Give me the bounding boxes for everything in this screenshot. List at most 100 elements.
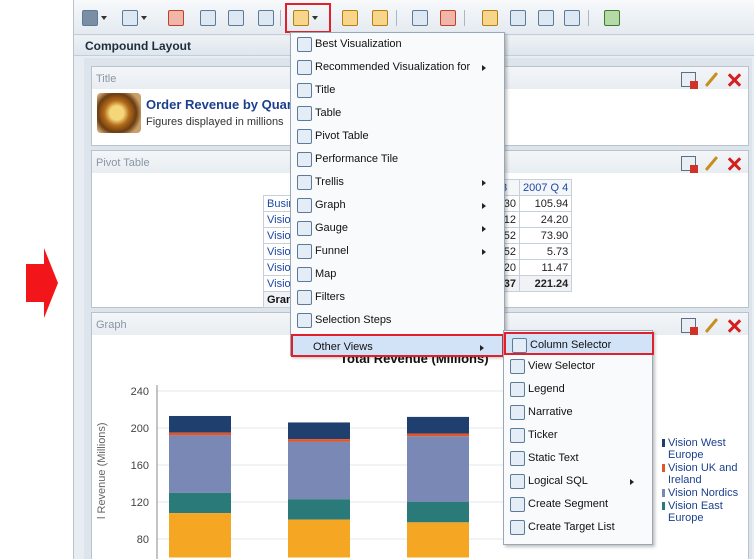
menu-item-funnel[interactable]: Funnel xyxy=(291,240,504,263)
refresh-button[interactable] xyxy=(258,9,274,27)
submenu-item-column-selector[interactable]: Column Selector xyxy=(504,332,654,355)
prompt-button[interactable] xyxy=(482,9,498,27)
menu-item-best-visualization[interactable]: Best Visualization xyxy=(291,33,504,56)
view-selector-icon xyxy=(510,359,525,374)
copy-button[interactable] xyxy=(228,9,244,27)
menu-item-filters[interactable]: Filters xyxy=(291,286,504,309)
funnel-icon xyxy=(297,244,312,259)
menu-item-performance-tile[interactable]: Performance Tile xyxy=(291,148,504,171)
title-logo xyxy=(97,93,141,133)
export-button[interactable] xyxy=(122,9,147,27)
submenu-item-label: Logical SQL xyxy=(528,475,588,487)
gauge-icon xyxy=(297,221,312,236)
bar-segment[interactable] xyxy=(288,439,350,442)
other-views-submenu: Column Selector View Selector Legend Narrat… xyxy=(503,330,654,545)
format-view-icon[interactable] xyxy=(681,156,698,173)
pivot-header-row: 32007 Q 4 xyxy=(497,179,573,196)
submenu-item-label: View Selector xyxy=(528,360,596,372)
menu-item-gauge[interactable]: Gauge xyxy=(291,217,504,240)
bar-segment[interactable] xyxy=(288,519,350,558)
print-button[interactable] xyxy=(82,9,107,27)
graph-icon xyxy=(297,198,312,213)
remove-button[interactable] xyxy=(510,9,526,27)
pivot-row: 52 73.90 xyxy=(497,227,573,244)
submenu-item-label: Ticker xyxy=(528,429,558,441)
title-text: Order Revenue by Quart xyxy=(146,97,297,112)
menu-item-other-views[interactable]: Other Views xyxy=(291,334,504,357)
compound-title: Compound Layout xyxy=(85,39,191,53)
format-view-icon[interactable] xyxy=(681,72,698,89)
legend-label: Vision West Europe xyxy=(668,437,726,461)
bar-segment[interactable] xyxy=(169,492,231,514)
edit-view-icon[interactable] xyxy=(704,72,719,87)
legend-item: Vision East Europe xyxy=(662,500,752,524)
menu-item-recommended-visualization-for[interactable]: Recommended Visualization for xyxy=(291,56,504,79)
submenu-arrow-icon xyxy=(482,65,486,71)
legend-swatch xyxy=(662,464,665,472)
bar-segment[interactable] xyxy=(407,502,469,523)
schedule-icon xyxy=(168,10,184,26)
submenu-item-narrative[interactable]: Narrative xyxy=(504,401,652,424)
legend-item: Vision Nordics xyxy=(662,487,752,499)
legend-item: Vision UK and Ireland xyxy=(662,462,752,486)
submenu-item-logical-sql[interactable]: Logical SQL xyxy=(504,470,652,493)
bar-segment[interactable] xyxy=(407,416,469,434)
bar-segment[interactable] xyxy=(288,441,350,500)
submenu-item-static-text[interactable]: Static Text xyxy=(504,447,652,470)
gear-icon xyxy=(342,10,358,26)
sort-icon xyxy=(604,10,620,26)
bar-segment[interactable] xyxy=(288,499,350,520)
menu-item-label: Recommended Visualization for xyxy=(315,61,471,73)
menu-item-selection-steps[interactable]: Selection Steps xyxy=(291,309,504,332)
schedule-button[interactable] xyxy=(168,9,184,27)
y-tick-label: 240 xyxy=(131,386,149,398)
menu-item-pivot-table[interactable]: Pivot Table xyxy=(291,125,504,148)
delete-view-icon[interactable] xyxy=(727,72,742,87)
sql-icon xyxy=(510,474,525,489)
submenu-item-view-selector[interactable]: View Selector xyxy=(504,355,652,378)
delete-view-icon[interactable] xyxy=(727,156,742,171)
edit-view-icon[interactable] xyxy=(704,156,719,171)
bar-segment[interactable] xyxy=(407,522,469,558)
format-icon xyxy=(440,10,456,26)
filter-icon xyxy=(297,290,312,305)
menu-item-title[interactable]: Title xyxy=(291,79,504,102)
menu-item-map[interactable]: Map xyxy=(291,263,504,286)
data-button[interactable] xyxy=(412,9,428,27)
menu-item-label: Trellis xyxy=(315,176,344,188)
bar-segment[interactable] xyxy=(169,435,231,493)
bar-segment[interactable] xyxy=(407,436,469,502)
refresh-icon xyxy=(258,10,274,26)
pivot-cell: 5.73 xyxy=(518,243,573,260)
menu-item-label: Title xyxy=(315,84,336,96)
submenu-item-legend[interactable]: Legend xyxy=(504,378,652,401)
format-button[interactable] xyxy=(440,9,456,27)
target-list-icon xyxy=(510,520,525,535)
sort-button[interactable] xyxy=(604,9,620,27)
menu-item-label: Table xyxy=(315,107,342,119)
pivot-cell: 24.20 xyxy=(518,211,573,228)
pivot-table-right: 32007 Q 430105.941224.205273.90525.73201… xyxy=(497,179,573,292)
tb-item-button[interactable] xyxy=(564,9,580,27)
menu-item-table[interactable]: Table xyxy=(291,102,504,125)
menu-item-label: Selection Steps xyxy=(315,314,392,326)
gear-button[interactable] xyxy=(342,9,358,27)
pivot-row: 12 24.20 xyxy=(497,211,573,228)
chart-legend: Vision West Europe Vision UK and Ireland V… xyxy=(662,437,752,525)
edit-button[interactable] xyxy=(538,9,554,27)
bar-segment[interactable] xyxy=(169,513,231,558)
menu-item-graph[interactable]: Graph xyxy=(291,194,504,217)
preview-button[interactable] xyxy=(200,9,216,27)
legend-swatch xyxy=(662,439,665,447)
bar-segment[interactable] xyxy=(407,433,469,437)
preview-icon xyxy=(200,10,216,26)
submenu-item-label: Column Selector xyxy=(530,339,612,351)
submenu-item-create-segment[interactable]: Create Segment xyxy=(504,493,652,516)
bar-segment[interactable] xyxy=(288,422,350,440)
submenu-item-ticker[interactable]: Ticker xyxy=(504,424,652,447)
wizard-button[interactable] xyxy=(372,9,388,27)
menu-item-trellis[interactable]: Trellis xyxy=(291,171,504,194)
submenu-item-create-target-list[interactable]: Create Target List xyxy=(504,516,652,539)
bar-segment[interactable] xyxy=(169,432,231,436)
bar-segment[interactable] xyxy=(169,415,231,433)
